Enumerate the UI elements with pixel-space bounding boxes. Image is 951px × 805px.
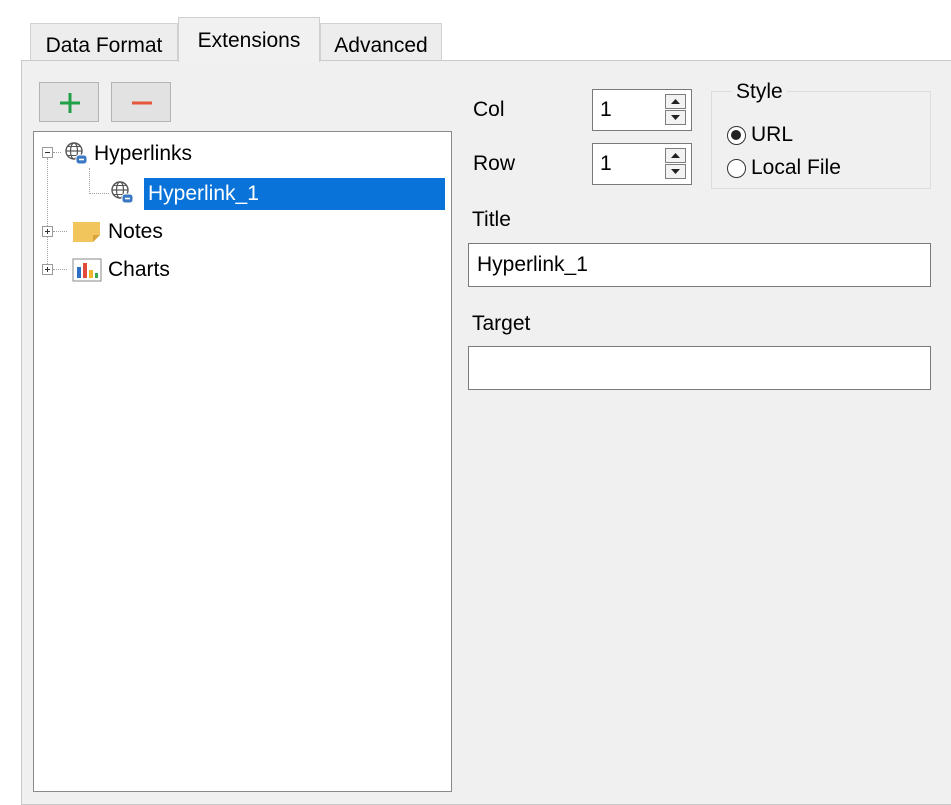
expand-toggle[interactable] xyxy=(42,226,53,237)
remove-button[interactable] xyxy=(111,82,171,122)
spin-down-button[interactable] xyxy=(665,164,686,179)
spin-up-button[interactable] xyxy=(665,148,686,163)
col-label: Col xyxy=(473,98,505,121)
note-icon xyxy=(73,222,100,242)
plus-icon xyxy=(60,93,80,113)
radio-local-file[interactable] xyxy=(727,159,746,178)
tree-connector xyxy=(47,158,48,270)
radio-url-label[interactable]: URL xyxy=(751,124,793,145)
add-button[interactable] xyxy=(39,82,99,122)
chart-icon xyxy=(72,258,102,282)
tree-connector xyxy=(53,269,67,270)
expand-toggle[interactable] xyxy=(42,264,53,275)
row-value: 1 xyxy=(600,152,612,175)
tree-item-hyperlinks[interactable]: Hyperlinks xyxy=(94,141,192,167)
title-input[interactable] xyxy=(469,244,930,286)
col-value: 1 xyxy=(600,98,612,121)
arrow-down-icon xyxy=(671,115,680,120)
target-input[interactable] xyxy=(469,347,930,389)
row-label: Row xyxy=(473,152,516,175)
style-legend: Style xyxy=(732,81,787,102)
globe-link-icon xyxy=(111,181,134,204)
tab-label: Advanced xyxy=(334,34,428,57)
target-label: Target xyxy=(472,312,531,335)
arrow-down-icon xyxy=(671,169,680,174)
radio-local-file-label[interactable]: Local File xyxy=(751,157,841,178)
tab-label: Extensions xyxy=(197,29,301,52)
tree-item-notes[interactable]: Notes xyxy=(108,219,163,245)
tab-label: Data Format xyxy=(45,34,163,57)
spin-down-button[interactable] xyxy=(665,110,686,125)
tab-advanced[interactable]: Advanced xyxy=(320,23,442,61)
collapse-toggle[interactable] xyxy=(42,147,53,158)
title-field[interactable] xyxy=(468,243,931,287)
tree-connector xyxy=(89,193,109,194)
tree-connector xyxy=(89,168,90,194)
minus-icon xyxy=(132,101,152,105)
row-spinner[interactable]: 1 xyxy=(592,143,692,185)
arrow-up-icon xyxy=(671,99,680,104)
arrow-up-icon xyxy=(671,153,680,158)
tree-connector xyxy=(53,231,67,232)
title-label: Title xyxy=(472,208,511,231)
globe-link-icon xyxy=(65,142,88,165)
target-field[interactable] xyxy=(468,346,931,390)
extensions-tree[interactable]: Hyperlinks Hyperlink_1 Notes Charts xyxy=(33,131,452,792)
radio-url[interactable] xyxy=(727,126,746,145)
tab-data-format[interactable]: Data Format xyxy=(30,23,178,61)
spin-up-button[interactable] xyxy=(665,94,686,109)
tree-item-charts[interactable]: Charts xyxy=(108,257,170,283)
tree-item-hyperlink-1[interactable]: Hyperlink_1 xyxy=(144,178,445,210)
tree-connector xyxy=(53,152,61,153)
tab-extensions[interactable]: Extensions xyxy=(178,17,320,62)
col-spinner[interactable]: 1 xyxy=(592,89,692,131)
